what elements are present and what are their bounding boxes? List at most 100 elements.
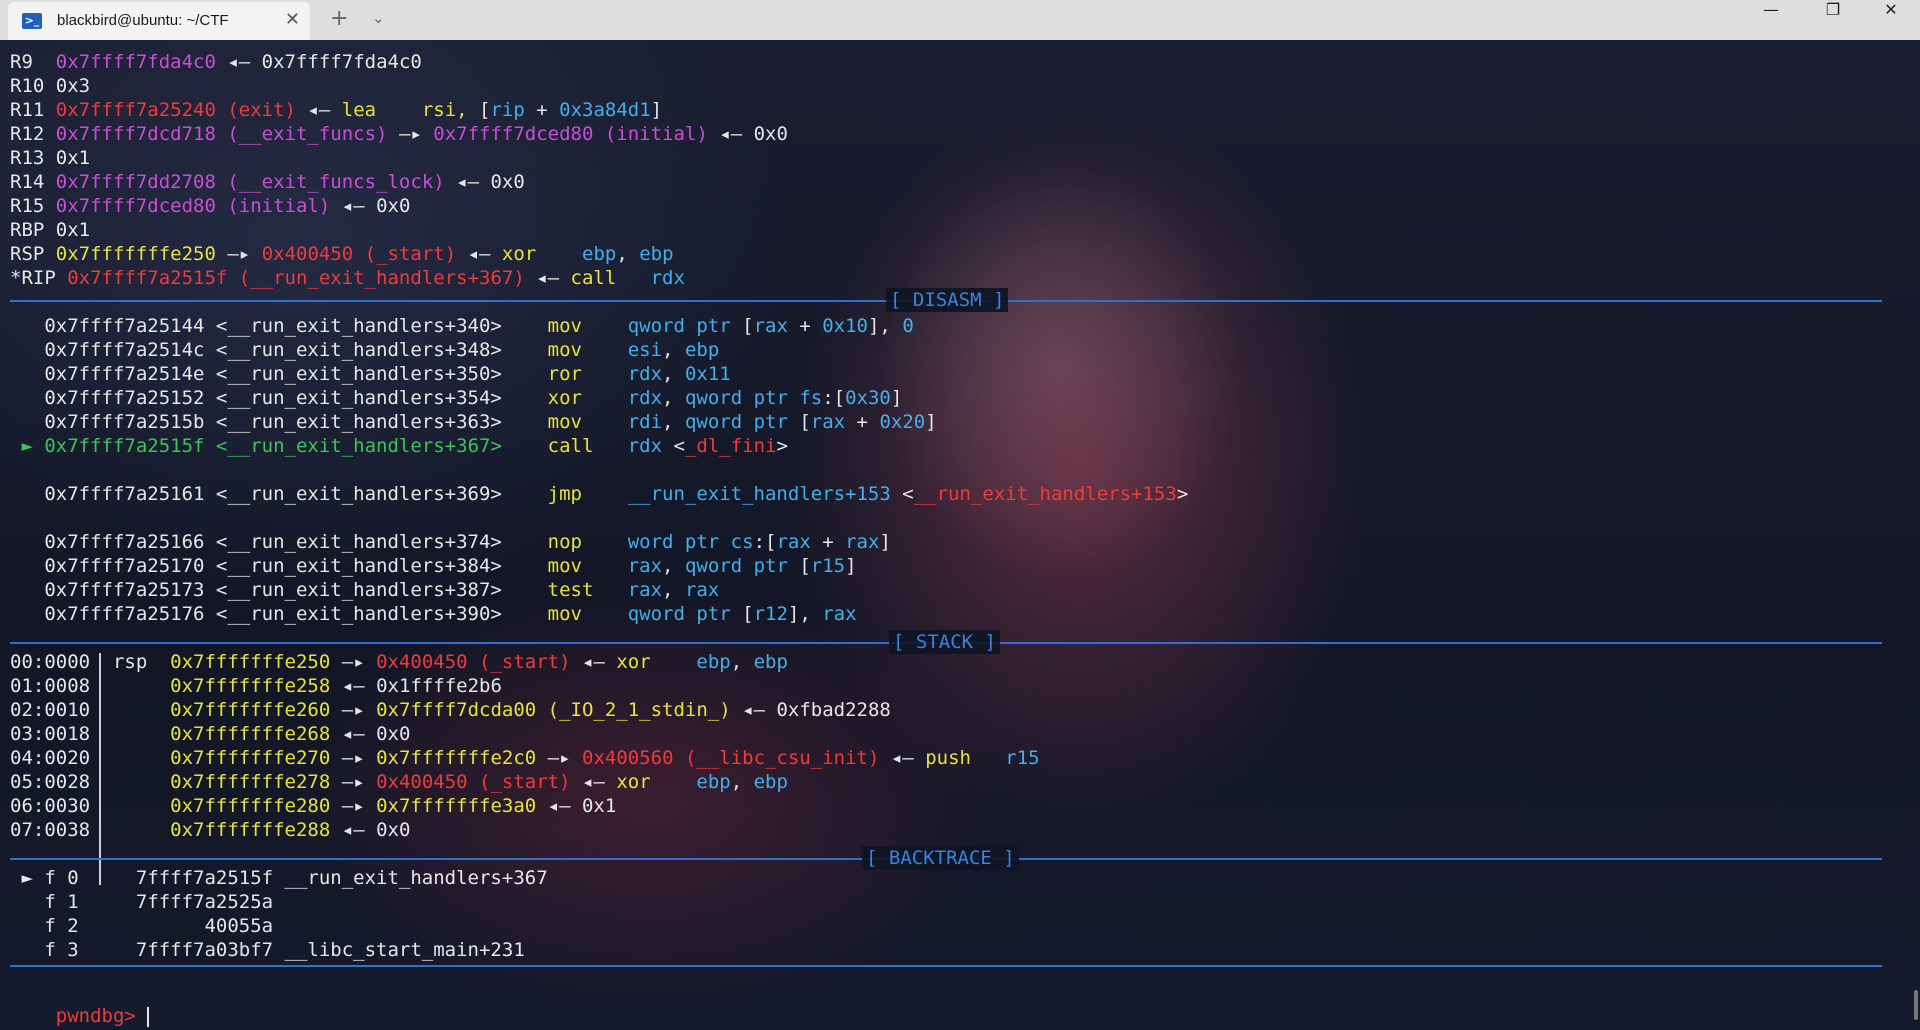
stack-row-token: 0x7fffffffe3a0 bbox=[376, 795, 537, 817]
stack-row-token: 0x7fffffffe250 bbox=[170, 651, 331, 673]
disasm-row: 0x7ffff7a25176 <__run_exit_handlers+390>… bbox=[10, 602, 857, 626]
register-row-token: , bbox=[616, 243, 640, 265]
disasm-row: 0x7ffff7a25144 <__run_exit_handlers+340>… bbox=[10, 314, 914, 338]
stack-row-token: 0x7fffffffe278 bbox=[170, 771, 331, 793]
disasm-row: 0x7ffff7a25152 <__run_exit_handlers+354>… bbox=[10, 386, 902, 410]
stack-row-token: ◂— 0x0 bbox=[330, 819, 411, 841]
disasm-row-token: ror bbox=[547, 363, 628, 385]
stack-row-token: ◂— bbox=[570, 771, 617, 793]
disasm-row: 0x7ffff7a25166 <__run_exit_handlers+374>… bbox=[10, 530, 891, 554]
disasm-row-token: rax bbox=[627, 579, 663, 601]
stack-row-token: —▸ bbox=[330, 651, 377, 673]
disasm-row-token: rax bbox=[822, 603, 857, 625]
disasm-row-token: [ bbox=[742, 603, 754, 625]
disasm-row-token: 0x7ffff7a2514c <__run_exit_handlers+348> bbox=[10, 339, 548, 361]
terminal-viewport[interactable]: R9 0x7ffff7fda4c0 ◂— 0x7ffff7fda4c0 R10 0… bbox=[0, 40, 1920, 1030]
disasm-row-token: qword ptr bbox=[684, 555, 800, 577]
stack-row-token: ◂— bbox=[570, 651, 617, 673]
register-row-token: 0x7ffff7dcd718 (__exit_funcs) bbox=[55, 123, 388, 145]
stack-row-token: 01:0008 bbox=[10, 675, 171, 697]
register-row-token: ◂— bbox=[295, 99, 342, 121]
close-tab-icon[interactable]: ✕ bbox=[285, 9, 300, 31]
stack-row-token: ebp bbox=[696, 771, 731, 793]
disasm-row-token: > bbox=[776, 435, 788, 457]
disasm-row-token: 0 bbox=[902, 315, 914, 337]
register-row-token: rdx bbox=[650, 267, 685, 289]
disasm-row-token: rax bbox=[684, 579, 720, 601]
stack-row-token: ◂— 0x1 bbox=[536, 795, 617, 817]
register-row-token: 0x7fffffffe250 bbox=[55, 243, 216, 265]
text-cursor[interactable] bbox=[147, 1006, 150, 1027]
disasm-row-token: __run_exit_handlers+153 bbox=[913, 483, 1177, 505]
disasm-row-token: mov bbox=[547, 603, 628, 625]
register-row-token: ◂— bbox=[456, 243, 502, 265]
register-row-token: RBP bbox=[10, 219, 56, 241]
minimize-button[interactable]: — bbox=[1748, 0, 1794, 40]
stack-row-token: —▸ bbox=[330, 747, 377, 769]
register-row-token: 0x7ffff7dd2708 (__exit_funcs_lock) bbox=[55, 171, 445, 193]
register-row-token: R9 bbox=[10, 51, 56, 73]
disasm-row-token: rax bbox=[810, 411, 846, 433]
disasm-row-token: 0x7ffff7a25144 <__run_exit_handlers+340> bbox=[10, 315, 548, 337]
disasm-row: 0x7ffff7a2514e <__run_exit_handlers+350>… bbox=[10, 362, 730, 386]
backtrace-row: ► f 0 7ffff7a2515f __run_exit_handlers+3… bbox=[10, 866, 547, 890]
disasm-row-token: rax bbox=[753, 315, 788, 337]
register-row-token: 0x3a84d1 bbox=[559, 99, 651, 121]
stack-row-token: —▸ bbox=[330, 699, 377, 721]
disasm-row-token: qword ptr bbox=[627, 315, 743, 337]
stack-row-token: 05:0028 bbox=[10, 771, 171, 793]
disasm-row-token: , bbox=[662, 579, 685, 601]
register-row-token: ] bbox=[650, 99, 663, 121]
stack-row-token: xor bbox=[616, 771, 697, 793]
disasm-row: 0x7ffff7a25161 <__run_exit_handlers+369>… bbox=[10, 482, 1188, 506]
backtrace-row-token: f 2 40055a bbox=[10, 915, 274, 937]
register-row-token: 0x7ffff7fda4c0 bbox=[55, 51, 216, 73]
disasm-row-token: mov bbox=[547, 411, 628, 433]
register-row-token: ◂— 0x0 bbox=[444, 171, 525, 193]
register-row-token: —▸ bbox=[387, 123, 434, 145]
disasm-row-token: xor bbox=[547, 387, 628, 409]
restore-button[interactable]: ❐ bbox=[1810, 0, 1856, 40]
stack-row-token: 04:0020 bbox=[10, 747, 171, 769]
register-row: R13 0x1 bbox=[10, 146, 90, 170]
close-window-button[interactable]: ✕ bbox=[1868, 0, 1914, 40]
register-row-token: ◂— 0x0 bbox=[330, 195, 411, 217]
disasm-row-token: ] bbox=[879, 531, 891, 553]
register-row-token: + bbox=[524, 99, 560, 121]
disasm-row-token: 0x7ffff7a25166 <__run_exit_handlers+374> bbox=[10, 531, 548, 553]
register-row: R15 0x7ffff7dced80 (initial) ◂— 0x0 bbox=[10, 194, 410, 218]
disasm-row: ► 0x7ffff7a2515f <__run_exit_handlers+36… bbox=[10, 434, 788, 458]
disasm-row-token: 0x7ffff7a2515f <__run_exit_handlers+367> bbox=[44, 435, 548, 457]
stack-row-token: ebp bbox=[696, 651, 731, 673]
new-tab-button[interactable]: + bbox=[330, 6, 348, 31]
stack-row-token: 0x400560 (__libc_csu_init) bbox=[582, 747, 880, 769]
terminal-tab[interactable]: >_ blackbird@ubuntu: ~/CTF ✕ bbox=[8, 2, 310, 40]
disasm-row-token: 0x7ffff7a2515b <__run_exit_handlers+363> bbox=[10, 411, 548, 433]
disasm-row-token: ► bbox=[10, 435, 45, 457]
register-row-token: 0x7ffff7a25240 (exit) bbox=[55, 99, 296, 121]
chevron-down-icon[interactable]: ⌄ bbox=[372, 9, 385, 27]
disasm-row-token: [ bbox=[799, 555, 811, 577]
register-row-token: call bbox=[570, 267, 651, 289]
disasm-row-token: 0x7ffff7a25173 <__run_exit_handlers+387> bbox=[10, 579, 548, 601]
stack-row: 04:0020 0x7fffffffe270 —▸ 0x7fffffffe2c0… bbox=[10, 746, 1040, 770]
disasm-row-token: 0x7ffff7a2514e <__run_exit_handlers+350> bbox=[10, 363, 548, 385]
stack-row-token: 0x7fffffffe258 bbox=[170, 675, 331, 697]
register-row-token: lea rsi, bbox=[341, 99, 480, 121]
disasm-row-token: ] bbox=[925, 411, 937, 433]
register-row-token: 0x7ffff7dced80 (initial) bbox=[433, 123, 708, 145]
scrollbar[interactable] bbox=[1914, 990, 1918, 1020]
stack-row-token: —▸ bbox=[330, 795, 377, 817]
register-row-token: R13 bbox=[10, 147, 56, 169]
stack-row-token: 00:0000 bbox=[10, 651, 113, 673]
disasm-row: 0x7ffff7a25170 <__run_exit_handlers+384>… bbox=[10, 554, 856, 578]
disasm-row: 0x7ffff7a2515b <__run_exit_handlers+363>… bbox=[10, 410, 937, 434]
command-prompt-line[interactable]: pwndbg> bbox=[10, 980, 150, 1027]
stack-row-token: , bbox=[730, 651, 754, 673]
register-row-token: *RIP bbox=[10, 267, 68, 289]
stack-row-token: 0x400450 (_start) bbox=[376, 771, 571, 793]
disasm-row-token: __run_exit_handlers+153 bbox=[627, 483, 891, 505]
disasm-row-token: , bbox=[662, 555, 685, 577]
disasm-row-token: r12 bbox=[753, 603, 788, 625]
prompt-separator bbox=[10, 953, 1882, 977]
